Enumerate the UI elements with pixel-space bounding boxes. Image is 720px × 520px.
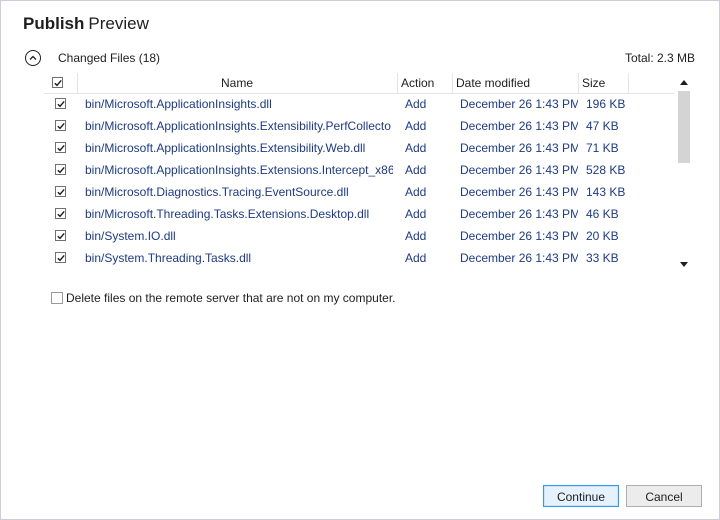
file-date: December 26 1:43 PM — [460, 119, 578, 133]
file-name: bin/Microsoft.ApplicationInsights.dll — [85, 97, 272, 111]
file-action: Add — [405, 185, 427, 199]
row-checkbox[interactable] — [55, 98, 66, 109]
checkmark-icon — [57, 254, 65, 262]
table-row[interactable]: bin/Microsoft.Threading.Tasks.Extensions… — [44, 203, 674, 225]
checkmark-icon — [57, 188, 65, 196]
table-row[interactable]: bin/Microsoft.ApplicationInsights.dll Ad… — [44, 93, 674, 115]
file-date: December 26 1:43 PM — [460, 251, 578, 265]
file-size: 46 KB — [586, 207, 619, 221]
file-name: bin/Microsoft.ApplicationInsights.Extens… — [85, 119, 391, 133]
delete-remote-files-checkbox[interactable] — [51, 292, 63, 304]
collapse-changed-files-button[interactable] — [25, 50, 41, 66]
checkmark-icon — [57, 144, 65, 152]
title-preview: Preview — [88, 14, 149, 33]
checkmark-icon — [57, 166, 65, 174]
scroll-down-button[interactable] — [674, 257, 694, 273]
table-row[interactable]: bin/Microsoft.ApplicationInsights.Extens… — [44, 115, 674, 137]
changed-files-grid: Name Action Date modified Size bin/Micro… — [44, 73, 694, 273]
file-action: Add — [405, 119, 427, 133]
row-checkbox[interactable] — [55, 186, 66, 197]
chevron-up-icon — [29, 55, 37, 60]
file-size: 71 KB — [586, 141, 619, 155]
file-action: Add — [405, 229, 427, 243]
checkmark-icon — [54, 79, 62, 87]
row-checkbox[interactable] — [55, 142, 66, 153]
row-checkbox[interactable] — [55, 164, 66, 175]
file-size: 20 KB — [586, 229, 619, 243]
file-date: December 26 1:43 PM — [460, 229, 578, 243]
row-checkbox[interactable] — [55, 120, 66, 131]
table-row[interactable]: bin/Microsoft.ApplicationInsights.Extens… — [44, 159, 674, 181]
checkmark-icon — [57, 100, 65, 108]
grid-header: Name Action Date modified Size — [44, 73, 674, 94]
grid-rows: bin/Microsoft.ApplicationInsights.dll Ad… — [44, 93, 674, 273]
changed-files-label: Changed Files (18) — [58, 51, 161, 65]
file-name: bin/System.Threading.Tasks.dll — [85, 251, 252, 265]
file-date: December 26 1:43 PM — [460, 141, 578, 155]
file-action: Add — [405, 251, 427, 265]
column-header-action[interactable]: Action — [397, 73, 452, 93]
file-action: Add — [405, 97, 427, 111]
file-size: 143 KB — [586, 185, 626, 199]
file-size: 196 KB — [586, 97, 626, 111]
scroll-up-button[interactable] — [674, 75, 694, 91]
table-row[interactable]: bin/System.Threading.Tasks.dll Add Decem… — [44, 247, 674, 269]
row-checkbox[interactable] — [55, 208, 66, 219]
column-separator — [628, 73, 629, 93]
table-row[interactable]: bin/Microsoft.ApplicationInsights.Extens… — [44, 137, 674, 159]
table-row[interactable]: bin/Microsoft.Diagnostics.Tracing.EventS… — [44, 181, 674, 203]
file-name: bin/Microsoft.Diagnostics.Tracing.EventS… — [85, 185, 349, 199]
continue-button[interactable]: Continue — [543, 485, 619, 507]
title-publish: Publish — [23, 14, 85, 33]
scroll-thumb[interactable] — [678, 91, 690, 163]
file-date: December 26 1:43 PM — [460, 97, 578, 111]
file-size: 528 KB — [586, 163, 626, 177]
triangle-down-icon — [680, 262, 688, 267]
total-size-label: Total: 2.3 MB — [624, 51, 695, 65]
file-date: December 26 1:43 PM — [460, 185, 578, 199]
file-date: December 26 1:43 PM — [460, 207, 578, 221]
cancel-button[interactable]: Cancel — [626, 485, 702, 507]
file-action: Add — [405, 207, 427, 221]
checkmark-icon — [57, 122, 65, 130]
file-size: 33 KB — [586, 251, 619, 265]
file-action: Add — [405, 141, 427, 155]
publish-preview-dialog: Publish Preview Changed Files (18) Total:… — [0, 0, 720, 520]
checkmark-icon — [57, 232, 65, 240]
row-checkbox[interactable] — [55, 252, 66, 263]
file-name: bin/Microsoft.Threading.Tasks.Extensions… — [85, 207, 370, 221]
column-header-date-modified[interactable]: Date modified — [452, 73, 578, 93]
dialog-title: Publish Preview — [23, 14, 149, 34]
vertical-scrollbar[interactable] — [674, 73, 694, 273]
table-row[interactable]: bin/System.IO.dll Add December 26 1:43 P… — [44, 225, 674, 247]
column-header-name[interactable]: Name — [77, 73, 397, 93]
row-checkbox[interactable] — [55, 230, 66, 241]
file-name: bin/Microsoft.ApplicationInsights.Extens… — [85, 163, 393, 177]
checkmark-icon — [57, 210, 65, 218]
file-size: 47 KB — [586, 119, 619, 133]
file-name: bin/System.IO.dll — [85, 229, 176, 243]
file-action: Add — [405, 163, 427, 177]
column-header-size[interactable]: Size — [578, 73, 628, 93]
file-date: December 26 1:43 PM — [460, 163, 578, 177]
select-all-checkbox[interactable] — [52, 77, 63, 88]
file-name: bin/Microsoft.ApplicationInsights.Extens… — [85, 141, 366, 155]
triangle-up-icon — [680, 80, 688, 85]
delete-remote-files-label[interactable]: Delete files on the remote server that a… — [66, 291, 396, 305]
